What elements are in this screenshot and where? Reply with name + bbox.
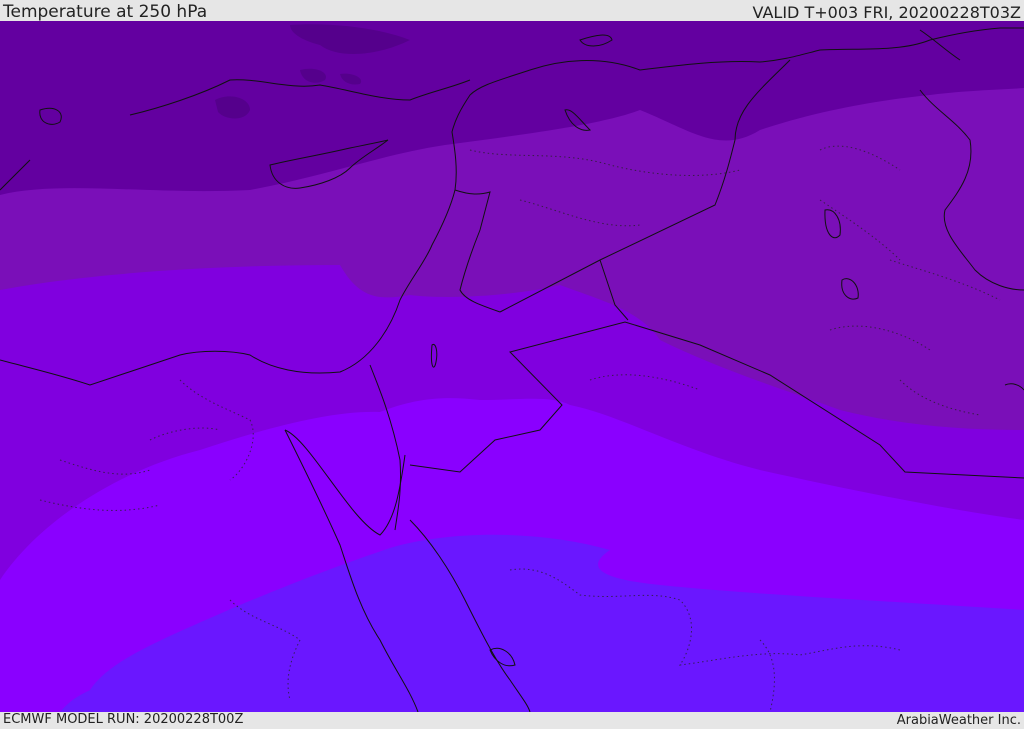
credit: ArabiaWeather Inc. [896, 713, 1021, 728]
footer-bar: ECMWF MODEL RUN: 20200228T00Z ArabiaWeat… [0, 712, 1024, 729]
valid-time: VALID T+003 FRI, 20200228T03Z [752, 3, 1021, 22]
header-bar: Temperature at 250 hPa VALID T+003 FRI, … [0, 0, 1024, 21]
temperature-map [0, 21, 1024, 712]
map-title: Temperature at 250 hPa [3, 2, 208, 22]
model-run: ECMWF MODEL RUN: 20200228T00Z [3, 712, 244, 727]
